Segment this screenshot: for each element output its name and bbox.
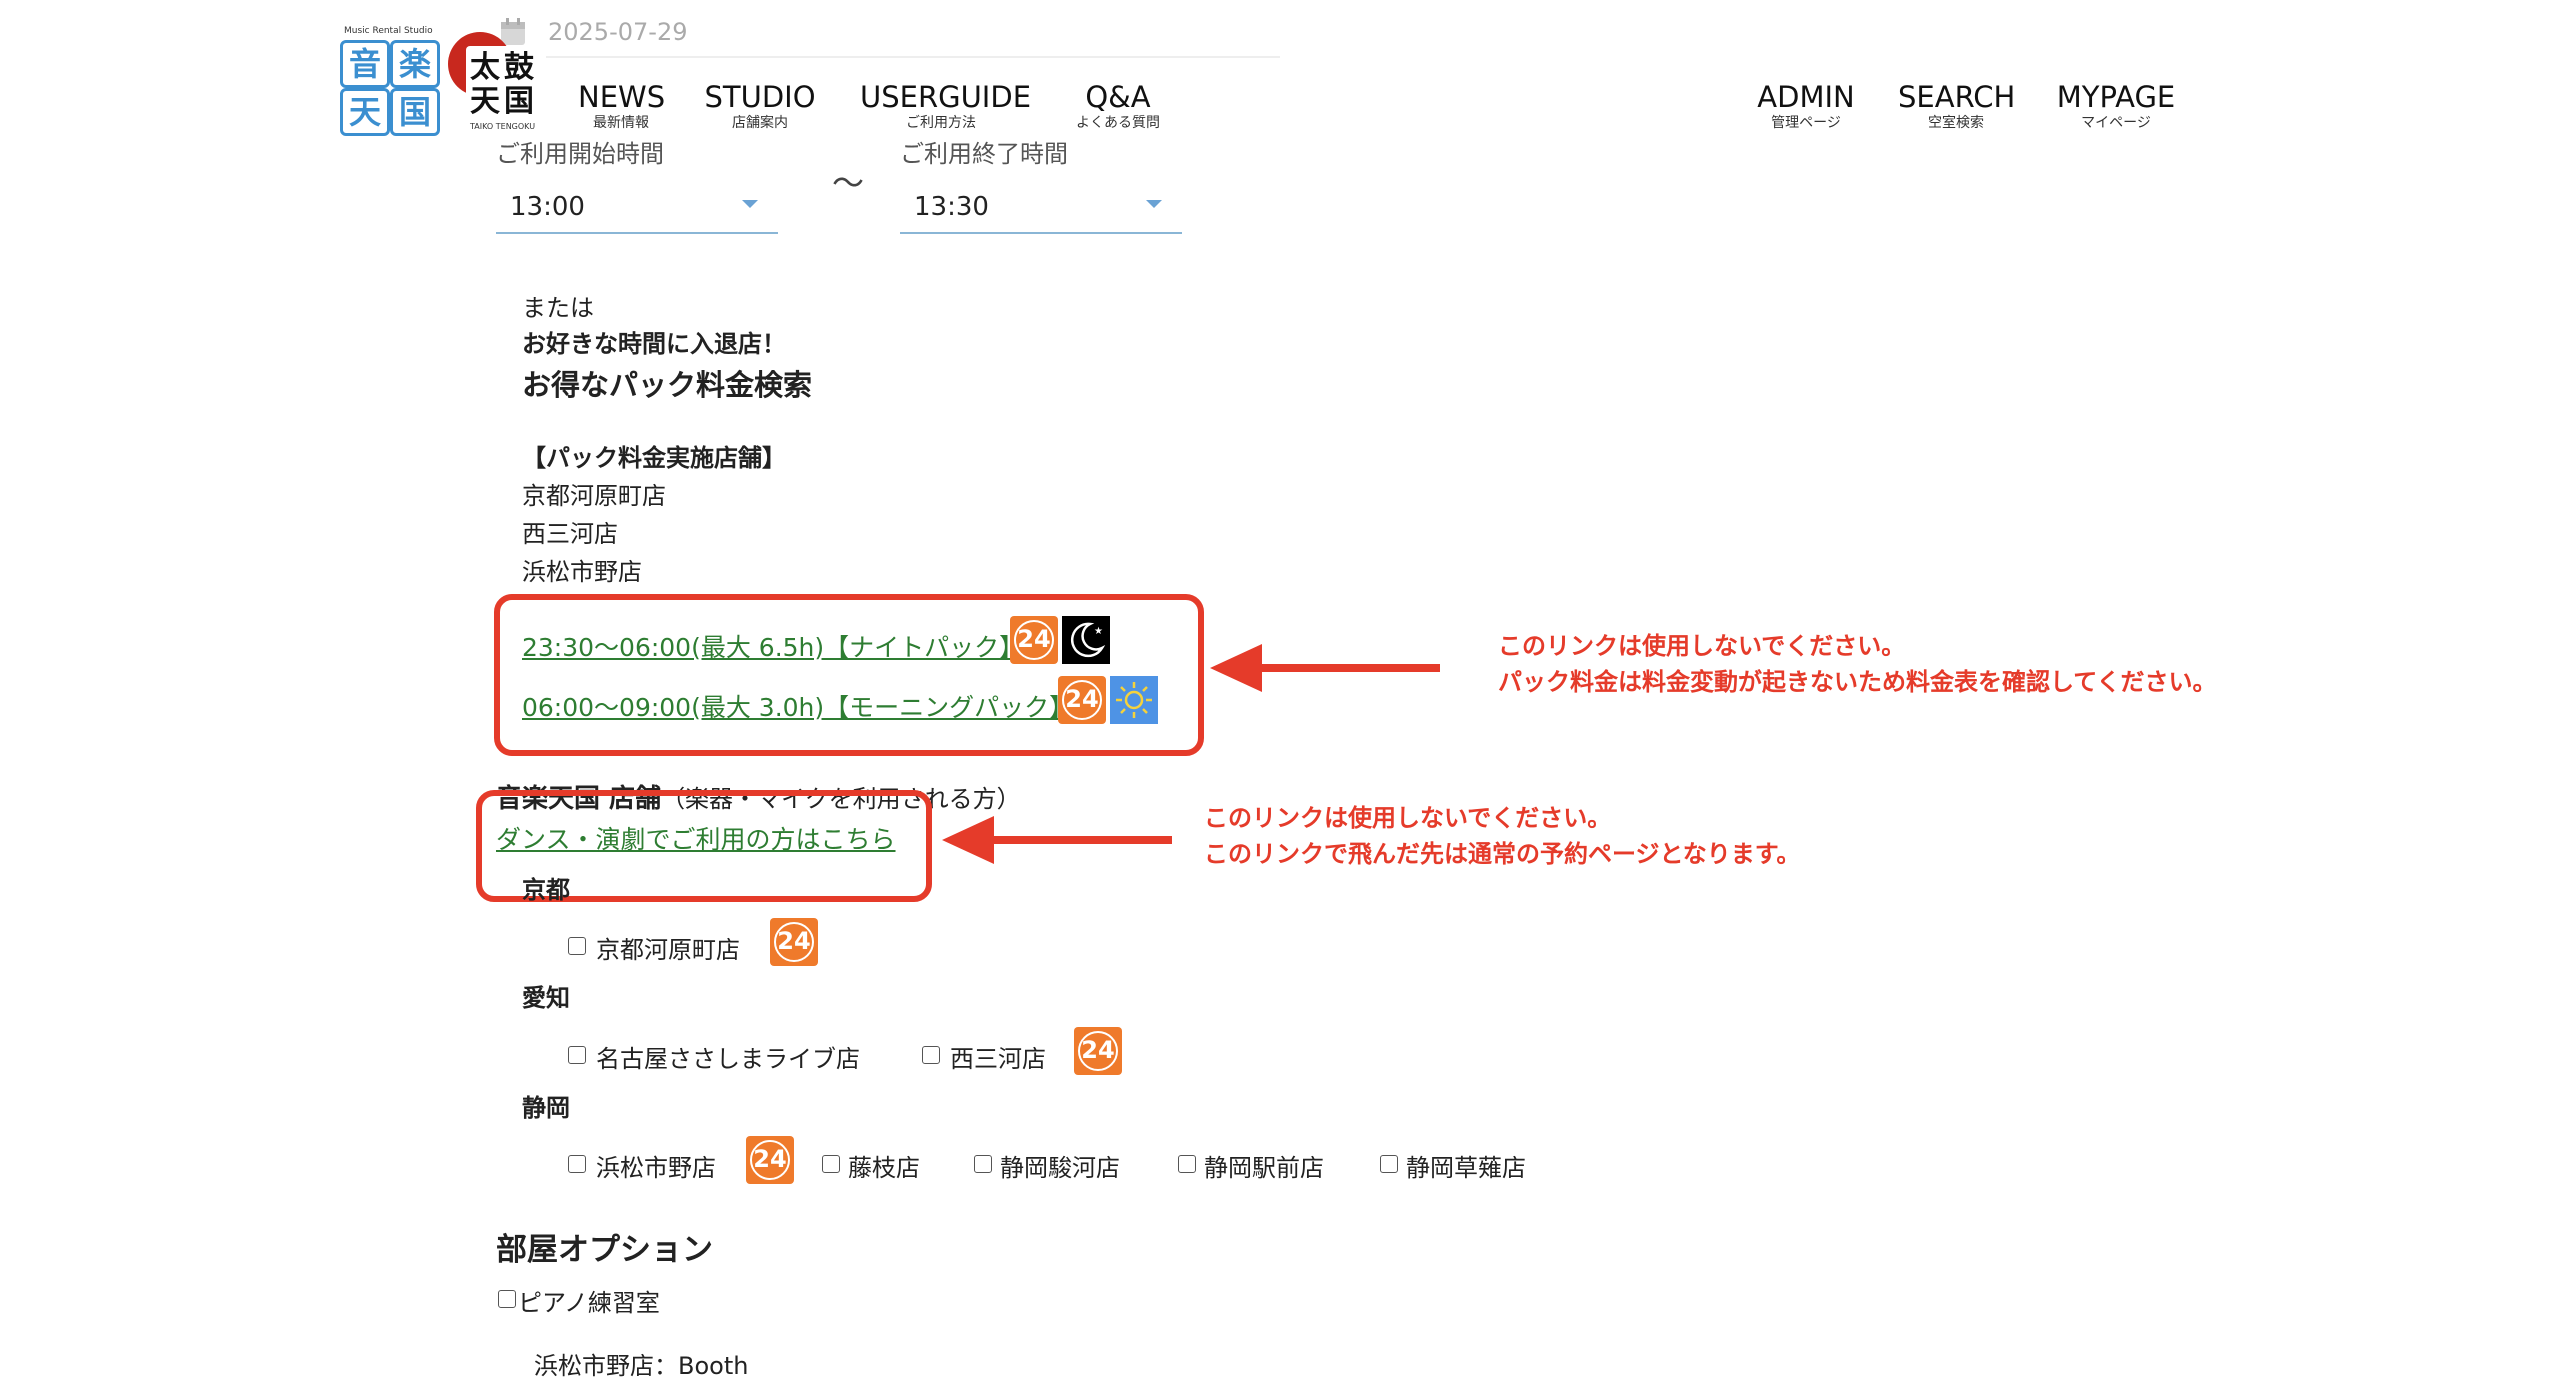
logo-char: 太 <box>470 50 500 85</box>
nav-search[interactable]: SEARCH 空室検索 <box>1898 80 2016 132</box>
nav-sublabel: 最新情報 <box>593 115 649 131</box>
nav-label: USERGUIDE <box>860 80 1032 114</box>
date-display: 2025-07-29 <box>548 18 688 46</box>
time-separator: 〜 <box>832 164 865 202</box>
24h-badge-icon: 24 <box>1074 1027 1122 1075</box>
logo-char: 国 <box>390 88 440 136</box>
annotation-note-2-line1: このリンクは使用しないでください。 <box>1204 804 1612 832</box>
start-time-select[interactable]: 13:00 <box>496 182 778 234</box>
annotation-arrow-line <box>1254 664 1440 672</box>
nav-sublabel: 空室検索 <box>1928 115 1984 131</box>
store-label: 浜松市野店 <box>596 1154 716 1182</box>
store-label: 静岡草薙店 <box>1406 1154 1526 1182</box>
nav-qa[interactable]: Q&A よくある質問 <box>1060 80 1176 132</box>
nav-admin[interactable]: ADMIN 管理ページ <box>1752 80 1860 132</box>
logo-subtitle: TAIKO TENGOKU <box>470 122 536 131</box>
badge-text: 24 <box>753 1145 787 1173</box>
chevron-down-icon <box>742 200 758 208</box>
nav-label: Q&A <box>1085 80 1151 114</box>
logo-char: 楽 <box>390 40 440 88</box>
store-label: 西三河店 <box>950 1045 1046 1073</box>
pack-store: 浜松市野店 <box>522 558 642 586</box>
annotation-note-1-line1: このリンクは使用しないでください。 <box>1498 632 1906 660</box>
pack-lead: お好きな時間に入退店！ <box>522 330 786 358</box>
nav-label: STUDIO <box>704 80 816 114</box>
nav-mypage[interactable]: MYPAGE マイページ <box>2052 80 2180 132</box>
24h-badge-icon: 24 <box>1010 616 1058 664</box>
date-underline <box>500 56 1280 58</box>
annotation-arrow-line <box>986 836 1172 844</box>
end-time-value: 13:30 <box>914 192 989 222</box>
logo-subtitle: Music Rental Studio <box>344 26 433 36</box>
svg-text:★: ★ <box>1094 626 1103 637</box>
nav-news[interactable]: NEWS 最新情報 <box>578 80 666 132</box>
nav-sublabel: 管理ページ <box>1771 115 1841 131</box>
annotation-note-1-line2: パック料金は料金変動が起きないため料金表を確認してください。 <box>1498 668 2217 696</box>
pack-store: 西三河店 <box>522 520 618 548</box>
store-checkbox[interactable] <box>1178 1155 1196 1173</box>
store-label: 藤枝店 <box>848 1154 920 1182</box>
piano-room-checkbox[interactable] <box>498 1290 516 1308</box>
24h-badge-icon: 24 <box>770 918 818 966</box>
24h-badge-icon: 24 <box>746 1136 794 1184</box>
nav-sublabel: マイページ <box>2081 115 2151 131</box>
nav-userguide[interactable]: USERGUIDE ご利用方法 <box>860 80 1032 132</box>
region-aichi: 愛知 <box>522 984 570 1012</box>
dance-theater-link[interactable]: ダンス・演劇でご利用の方はこちら <box>496 820 896 856</box>
nav-label: MYPAGE <box>2056 80 2176 114</box>
store-label: 京都河原町店 <box>596 936 740 964</box>
annotation-note-2-line2: このリンクで飛んだ先は通常の予約ページとなります。 <box>1204 840 1801 868</box>
store-label: 静岡駿河店 <box>1000 1154 1120 1182</box>
logo-char: 天 <box>340 88 390 136</box>
24h-badge-icon: 24 <box>1058 676 1106 724</box>
logo-char: 天 <box>470 84 500 119</box>
booth-label: 浜松市野店：Booth <box>534 1352 749 1380</box>
pack-store: 京都河原町店 <box>522 482 666 510</box>
end-time-select[interactable]: 13:30 <box>900 182 1182 234</box>
start-time-label: ご利用開始時間 <box>496 140 664 168</box>
badge-text: 24 <box>777 927 811 955</box>
store-label: 名古屋ささしまライブ店 <box>596 1045 860 1073</box>
store-label: 静岡駅前店 <box>1204 1154 1324 1182</box>
store-checkbox[interactable] <box>822 1155 840 1173</box>
end-time-label: ご利用終了時間 <box>900 140 1068 168</box>
store-checkbox[interactable] <box>922 1046 940 1064</box>
logo-char: 鼓 <box>504 50 534 85</box>
badge-text: 24 <box>1081 1036 1115 1064</box>
nav-sublabel: ご利用方法 <box>906 115 976 131</box>
moon-icon: ★ <box>1062 616 1110 664</box>
badge-text: 24 <box>1065 685 1099 713</box>
nav-sublabel: よくある質問 <box>1076 115 1160 131</box>
nav-label: ADMIN <box>1757 80 1855 114</box>
badge-text: 24 <box>1017 625 1051 653</box>
region-shizuoka: 静岡 <box>522 1094 570 1122</box>
chevron-down-icon <box>1146 200 1162 208</box>
pack-title: お得なパック料金検索 <box>522 368 813 402</box>
sun-icon <box>1110 676 1158 724</box>
piano-room-label: ピアノ練習室 <box>518 1289 660 1317</box>
room-options-title: 部屋オプション <box>496 1232 713 1268</box>
region-kyoto: 京都 <box>522 876 570 904</box>
store-checkbox[interactable] <box>568 1046 586 1064</box>
nav-label: NEWS <box>578 80 666 114</box>
morning-pack-link[interactable]: 06:00〜09:00(最大 3.0h)【モーニングパック】 <box>522 688 1074 724</box>
gakki-tengoku-logo[interactable]: Music Rental Studio 音 楽 天 国 <box>338 26 440 136</box>
nav-label: SEARCH <box>1898 80 2016 114</box>
night-pack-link[interactable]: 23:30〜06:00(最大 6.5h)【ナイトパック】 <box>522 628 1024 664</box>
or-text: または <box>522 294 594 322</box>
pack-stores-heading: 【パック料金実施店舗】 <box>522 444 786 472</box>
store-checkbox[interactable] <box>1380 1155 1398 1173</box>
store-checkbox[interactable] <box>568 1155 586 1173</box>
nav-sublabel: 店舗案内 <box>732 115 788 131</box>
start-time-value: 13:00 <box>510 192 585 222</box>
taiko-tengoku-logo[interactable]: 太 鼓 天 国 TAIKO TENGOKU <box>448 32 548 136</box>
store-checkbox[interactable] <box>974 1155 992 1173</box>
logo-char: 国 <box>504 84 534 119</box>
logo-char: 音 <box>340 40 390 88</box>
store-checkbox[interactable] <box>568 937 586 955</box>
nav-studio[interactable]: STUDIO 店舗案内 <box>700 80 820 132</box>
